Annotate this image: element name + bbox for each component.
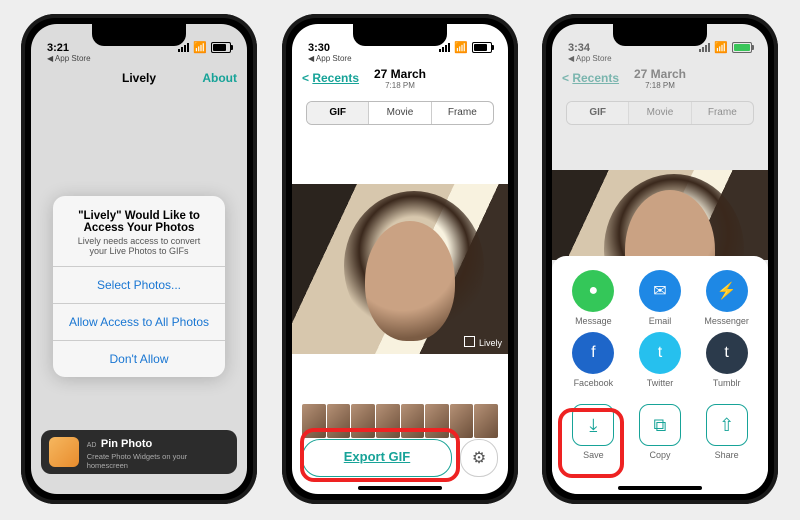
share-sheet: ● Message ✉ Email ⚡ Messenger f Facebook t Twitte… — [552, 256, 768, 494]
alert-option-dont-allow[interactable]: Don't Allow — [53, 340, 225, 377]
app-icon: ✉ — [639, 270, 681, 312]
tutorial-row: 3:21 📶 ◀ App Store Lively About "Lively"… — [0, 0, 800, 520]
share-app-messenger[interactable]: ⚡ Messenger — [693, 270, 760, 326]
about-link[interactable]: About — [202, 71, 237, 85]
phone-share: 3:34 📶 ◀ App Store < Recents 27 March 7:… — [542, 14, 778, 504]
phone-export: 3:30 📶 ◀ App Store < Recents 27 March 7:… — [282, 14, 518, 504]
live-photo-preview: Lively — [292, 184, 508, 354]
home-indicator[interactable] — [358, 486, 442, 490]
alert-option-allow-all[interactable]: Allow Access to All Photos — [53, 303, 225, 340]
watermark: Lively — [464, 336, 502, 348]
segment-frame: Frame — [691, 102, 753, 124]
segment-gif: GIF — [567, 102, 628, 124]
ad-label: AD — [87, 442, 97, 449]
action-copy[interactable]: ⧉ Copy — [627, 404, 694, 460]
wifi-icon: 📶 — [454, 41, 468, 54]
format-segmented[interactable]: GIF Movie Frame — [306, 101, 494, 125]
notch — [92, 24, 186, 46]
ad-banner[interactable]: AD Pin Photo Create Photo Widgets on you… — [41, 430, 237, 474]
ad-title: Pin Photo — [101, 438, 152, 450]
share-app-facebook[interactable]: f Facebook — [560, 332, 627, 388]
action-icon: ⤓ — [572, 404, 614, 446]
settings-button[interactable]: ⚙ — [460, 439, 498, 477]
wifi-icon: 📶 — [714, 41, 728, 54]
status-time: 3:34 — [568, 42, 590, 54]
permission-alert: "Lively" Would Like to Access Your Photo… — [53, 196, 225, 377]
export-gif-button[interactable]: Export GIF — [302, 439, 452, 477]
segment-gif[interactable]: GIF — [307, 102, 368, 124]
action-label: Save — [560, 450, 627, 460]
status-time: 3:21 — [47, 42, 69, 54]
app-icon: t — [706, 332, 748, 374]
app-label: Twitter — [627, 378, 694, 388]
format-segmented: GIF Movie Frame — [566, 101, 754, 125]
action-icon: ⇧ — [706, 404, 748, 446]
home-indicator[interactable] — [618, 486, 702, 490]
back-to-app-store[interactable]: ◀ App Store — [31, 54, 247, 63]
back-recents[interactable]: < Recents — [302, 71, 359, 85]
action-save[interactable]: ⤓ Save — [560, 404, 627, 460]
segment-frame[interactable]: Frame — [431, 102, 493, 124]
app-icon: ● — [572, 270, 614, 312]
phone-permission: 3:21 📶 ◀ App Store Lively About "Lively"… — [21, 14, 257, 504]
share-app-email[interactable]: ✉ Email — [627, 270, 694, 326]
notch — [353, 24, 447, 46]
alert-title: "Lively" Would Like to Access Your Photo… — [53, 196, 225, 236]
nav-bar: < Recents 27 March 7:18 PM — [552, 63, 768, 93]
live-photo-preview — [552, 170, 768, 260]
battery-icon — [732, 42, 752, 53]
action-icon: ⧉ — [639, 404, 681, 446]
wifi-icon: 📶 — [193, 41, 207, 54]
app-label: Email — [627, 316, 694, 326]
back-to-app-store[interactable]: ◀ App Store — [552, 54, 768, 63]
action-label: Share — [693, 450, 760, 460]
gear-icon: ⚙ — [472, 448, 486, 468]
notch — [613, 24, 707, 46]
action-share[interactable]: ⇧ Share — [693, 404, 760, 460]
ad-app-icon — [49, 437, 79, 467]
app-icon: f — [572, 332, 614, 374]
share-app-tumblr[interactable]: t Tumblr — [693, 332, 760, 388]
battery-icon — [472, 42, 492, 53]
segment-movie: Movie — [628, 102, 690, 124]
battery-icon — [211, 42, 231, 53]
app-icon: ⚡ — [706, 270, 748, 312]
alert-body: Lively needs access to convert your Live… — [53, 236, 225, 266]
back-to-app-store[interactable]: ◀ App Store — [292, 54, 508, 63]
status-time: 3:30 — [308, 42, 330, 54]
back-recents[interactable]: < Recents — [562, 71, 619, 85]
nav-bar: Lively About — [31, 63, 247, 93]
screen: 3:30 📶 ◀ App Store < Recents 27 March 7:… — [292, 24, 508, 494]
app-label: Facebook — [560, 378, 627, 388]
action-label: Copy — [627, 450, 694, 460]
ad-subtitle: Create Photo Widgets on your homescreen — [87, 452, 229, 470]
screen: 3:34 📶 ◀ App Store < Recents 27 March 7:… — [552, 24, 768, 494]
app-label: Message — [560, 316, 627, 326]
segment-movie[interactable]: Movie — [368, 102, 430, 124]
bottom-bar: Export GIF ⚙ — [302, 438, 498, 478]
share-app-message[interactable]: ● Message — [560, 270, 627, 326]
share-app-twitter[interactable]: t Twitter — [627, 332, 694, 388]
app-icon: t — [639, 332, 681, 374]
screen: 3:21 📶 ◀ App Store Lively About "Lively"… — [31, 24, 247, 494]
app-label: Tumblr — [693, 378, 760, 388]
nav-bar: < Recents 27 March 7:18 PM — [292, 63, 508, 93]
app-label: Messenger — [693, 316, 760, 326]
alert-option-select-photos[interactable]: Select Photos... — [53, 266, 225, 303]
filmstrip[interactable] — [302, 404, 498, 438]
